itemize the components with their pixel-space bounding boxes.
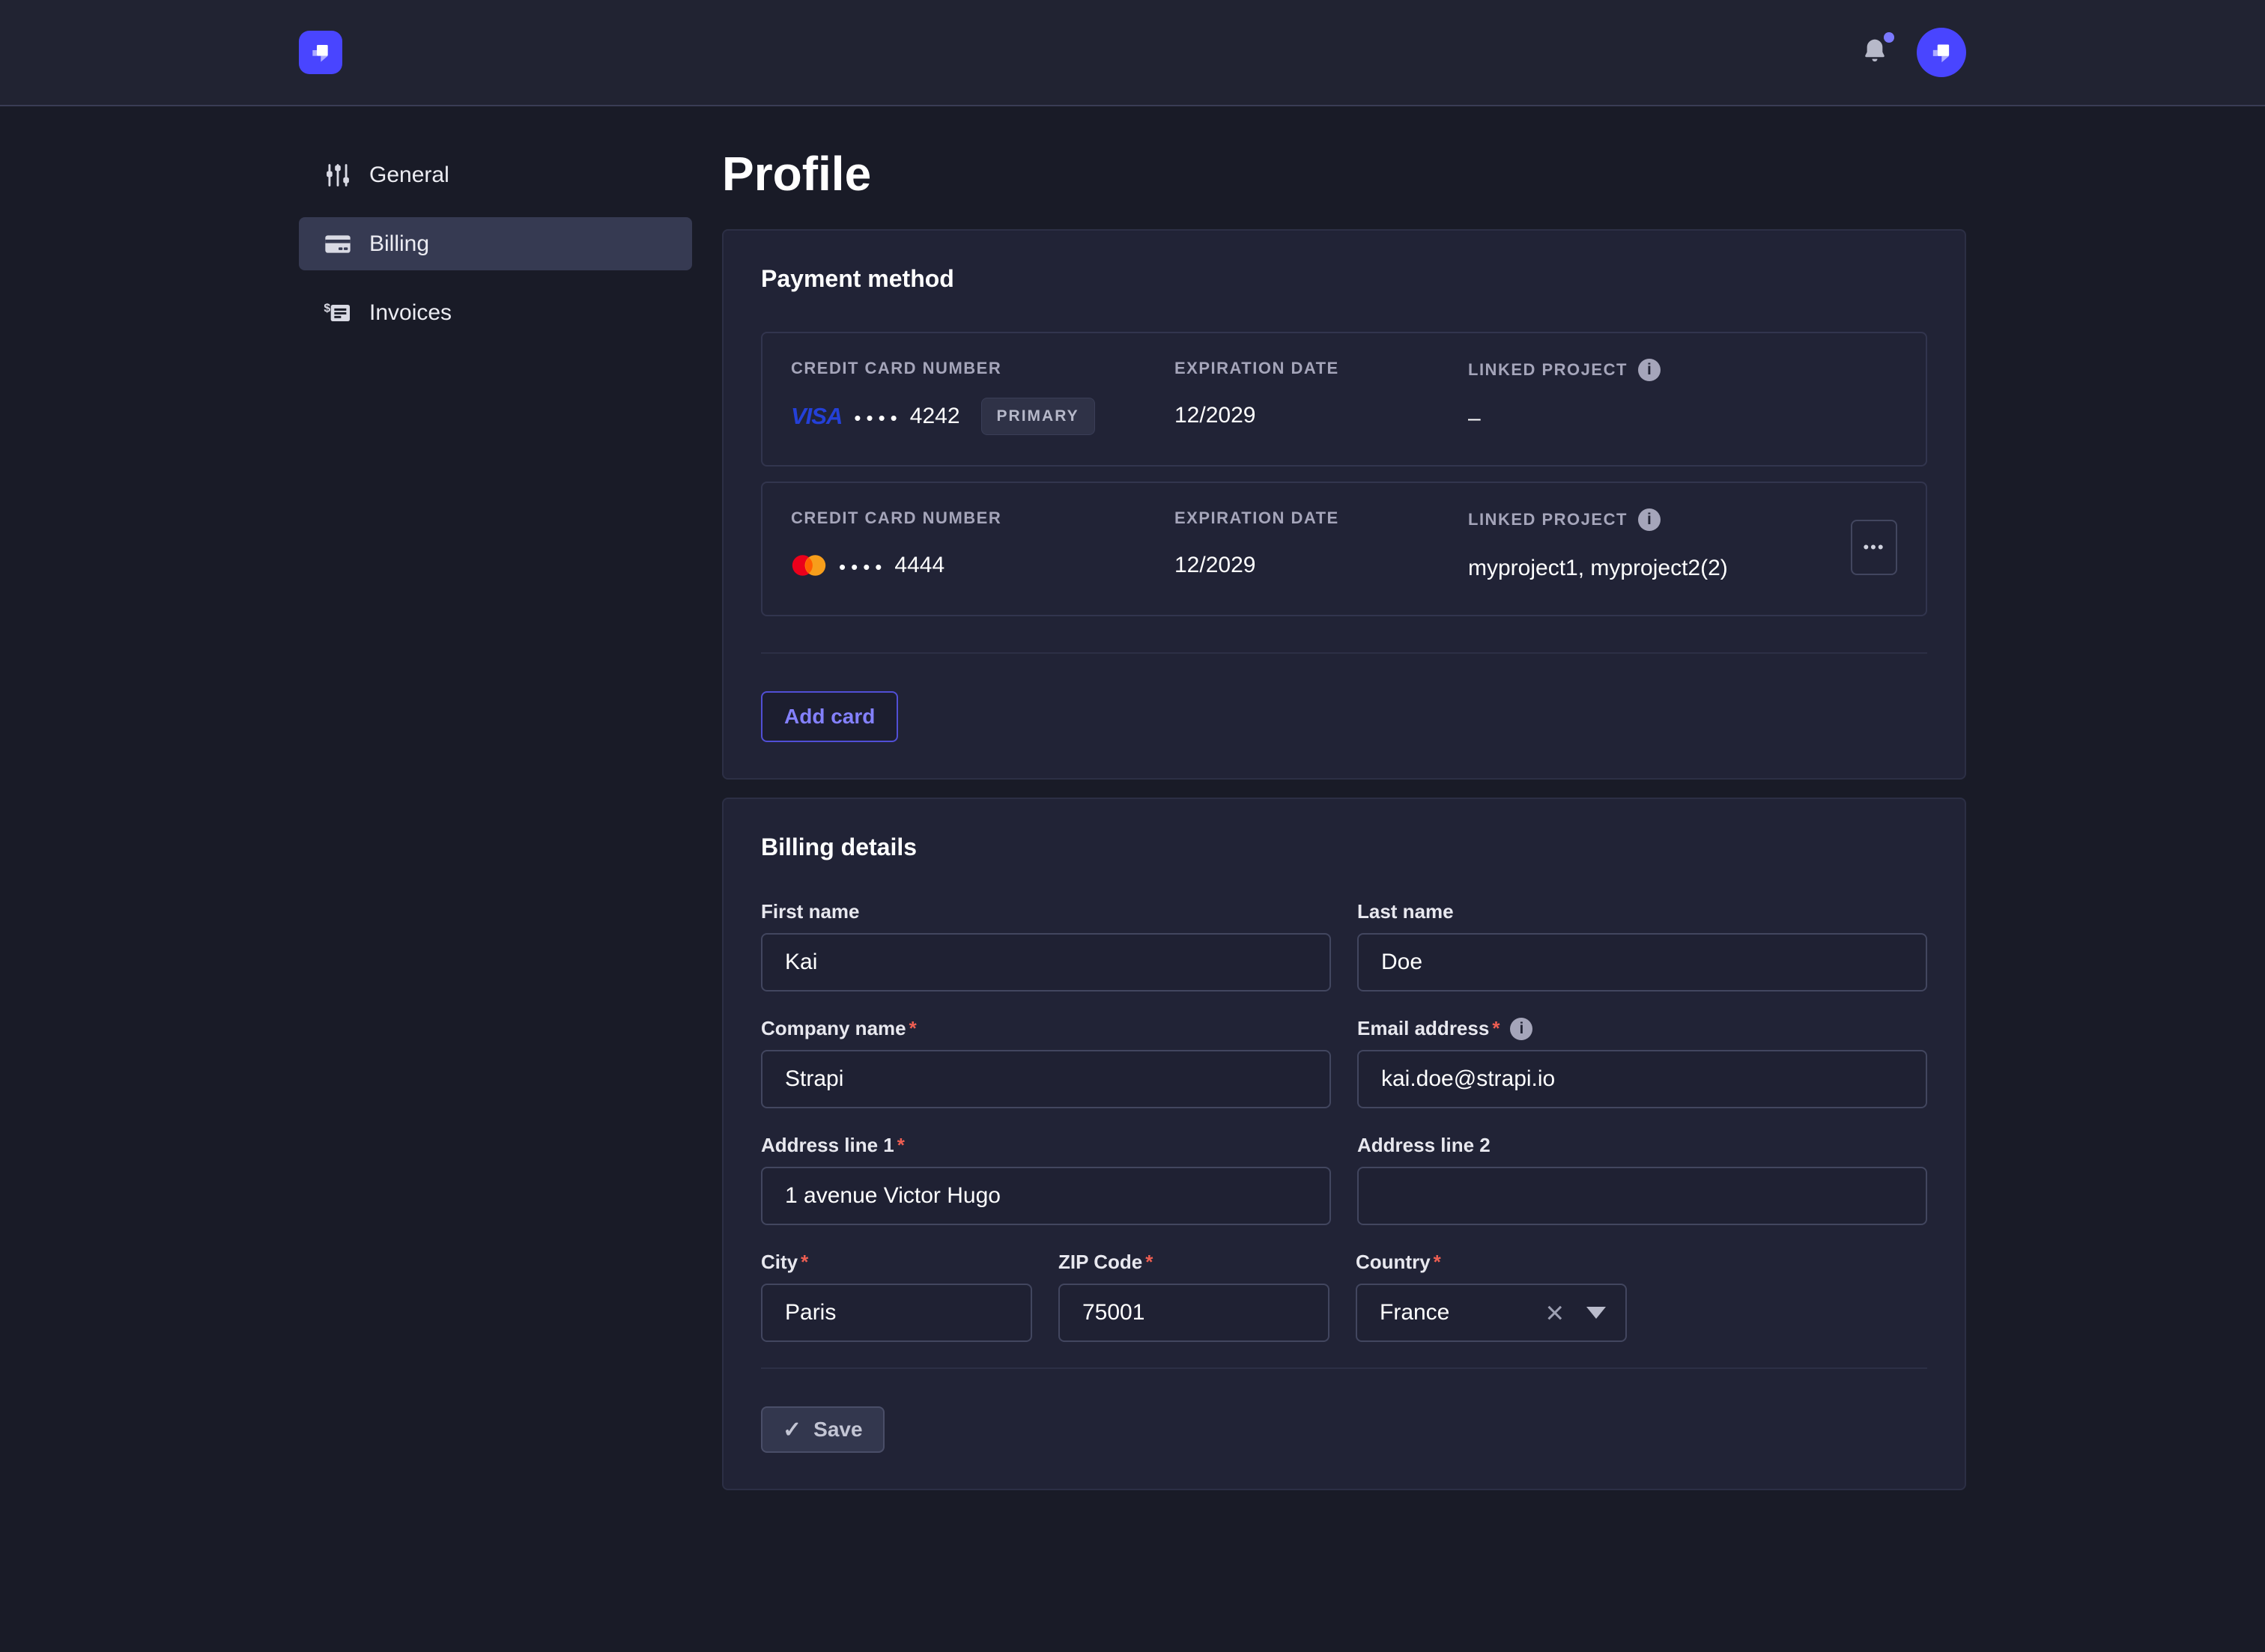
add-card-button[interactable]: Add card (761, 691, 898, 742)
expiration-date-value: 12/2029 (1174, 547, 1468, 583)
sidebar-item-invoices[interactable]: $ Invoices (299, 286, 692, 339)
required-asterisk: * (1145, 1251, 1153, 1274)
company-name-label: Company name* (761, 1017, 1331, 1040)
page-title: Profile (722, 150, 1966, 198)
billing-details-panel: Billing details First name Last name (722, 798, 1966, 1490)
payment-method-title: Payment method (761, 265, 1927, 293)
notifications-button[interactable] (1860, 35, 1890, 70)
top-bar (0, 0, 2265, 106)
masked-digits: •••• (839, 553, 887, 579)
email-address-label: Email address* (1357, 1017, 1927, 1040)
strapi-logo[interactable] (299, 31, 342, 74)
chevron-down-icon[interactable] (1586, 1307, 1606, 1319)
invoice-icon: $ (323, 298, 353, 328)
required-asterisk: * (897, 1134, 905, 1157)
city-field[interactable] (761, 1284, 1032, 1342)
payment-method-panel: Payment method CREDIT CARD NUMBER VISA •… (722, 229, 1966, 780)
info-icon[interactable] (1510, 1018, 1532, 1040)
first-name-label: First name (761, 900, 1331, 923)
divider (761, 652, 1927, 654)
linked-project-label: LINKED PROJECT (1468, 510, 1628, 529)
strapi-mark-icon (1926, 37, 1957, 68)
svg-text:$: $ (324, 302, 330, 315)
country-label: Country* (1356, 1251, 1627, 1274)
card-actions-menu-button[interactable] (1851, 520, 1897, 575)
divider (761, 1367, 1927, 1369)
expiration-date-value: 12/2029 (1174, 398, 1468, 434)
user-avatar[interactable] (1917, 28, 1966, 77)
credit-card-icon (323, 229, 353, 259)
first-name-field[interactable] (761, 933, 1331, 991)
linked-project-value: – (1468, 401, 1897, 437)
notification-dot (1884, 32, 1894, 43)
country-value: France (1380, 1300, 1449, 1325)
email-address-field[interactable] (1357, 1050, 1927, 1108)
address-line2-label: Address line 2 (1357, 1134, 1927, 1157)
save-button[interactable]: Save (761, 1406, 885, 1453)
info-icon[interactable] (1638, 508, 1661, 531)
zip-code-field[interactable] (1058, 1284, 1329, 1342)
sidebar-item-general[interactable]: General (299, 148, 692, 201)
sidebar-item-label: Invoices (369, 300, 452, 326)
last-name-label: Last name (1357, 900, 1927, 923)
required-asterisk: * (1492, 1017, 1500, 1040)
masked-digits: •••• (854, 404, 902, 430)
credit-card-row: CREDIT CARD NUMBER •••• 4444 (761, 482, 1927, 616)
clear-icon[interactable]: × (1545, 1297, 1564, 1328)
credit-card-number-label: CREDIT CARD NUMBER (791, 359, 1174, 378)
check-icon (783, 1417, 801, 1443)
required-asterisk: * (801, 1251, 808, 1274)
card-last4: 4444 (894, 553, 944, 578)
visa-logo-icon: VISA (791, 403, 842, 430)
required-asterisk: * (1434, 1251, 1441, 1274)
save-button-label: Save (813, 1418, 862, 1442)
linked-project-label: LINKED PROJECT (1468, 360, 1628, 380)
address-line1-label: Address line 1* (761, 1134, 1331, 1157)
zip-code-label: ZIP Code* (1058, 1251, 1329, 1274)
country-combobox[interactable]: France × (1356, 1284, 1627, 1342)
company-name-field[interactable] (761, 1050, 1331, 1108)
info-icon[interactable] (1638, 359, 1661, 381)
sidebar-item-label: Billing (369, 231, 429, 257)
last-name-field[interactable] (1357, 933, 1927, 991)
content-area: Profile Payment method CREDIT CARD NUMBE… (722, 148, 1966, 1490)
mastercard-logo-icon (791, 553, 827, 578)
card-last4: 4242 (910, 404, 960, 429)
settings-sidebar: General Billing $ (299, 148, 692, 1490)
primary-badge: PRIMARY (981, 398, 1095, 435)
billing-details-title: Billing details (761, 833, 1927, 861)
sliders-icon (323, 161, 353, 189)
strapi-mark-icon (306, 37, 336, 67)
linked-project-value: myproject1, myproject2(2) (1468, 550, 1851, 586)
credit-card-row: CREDIT CARD NUMBER VISA •••• 4242 PRIMAR… (761, 332, 1927, 467)
sidebar-item-billing[interactable]: Billing (299, 217, 692, 270)
address-line2-field[interactable] (1357, 1167, 1927, 1225)
credit-card-number-label: CREDIT CARD NUMBER (791, 508, 1174, 528)
required-asterisk: * (909, 1017, 917, 1040)
address-line1-field[interactable] (761, 1167, 1331, 1225)
city-label: City* (761, 1251, 1032, 1274)
expiration-date-label: EXPIRATION DATE (1174, 359, 1468, 378)
sidebar-item-label: General (369, 163, 449, 188)
expiration-date-label: EXPIRATION DATE (1174, 508, 1468, 528)
